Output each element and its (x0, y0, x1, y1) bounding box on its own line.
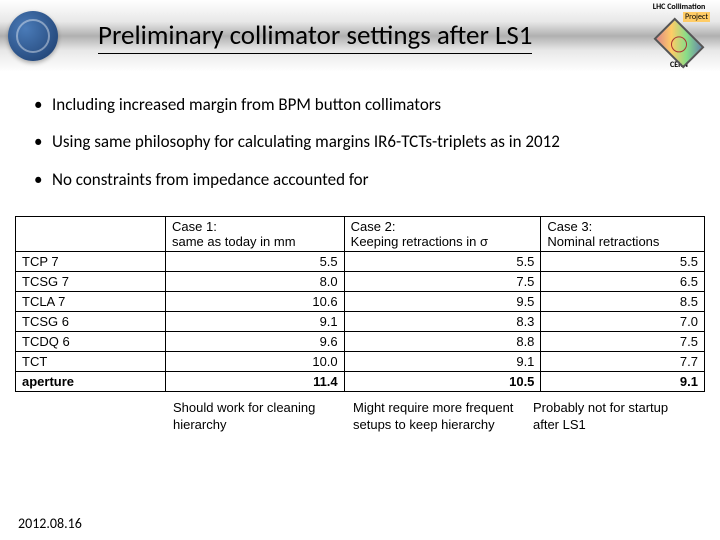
cell: 7.5 (541, 331, 705, 351)
cell: 9.1 (541, 371, 705, 391)
slide-header: Preliminary collimator settings after LS… (0, 0, 720, 72)
cell: 8.3 (344, 311, 541, 331)
cell: 7.5 (344, 271, 541, 291)
cell: 9.6 (166, 331, 345, 351)
table-header (16, 216, 166, 251)
table-header: Case 1: same as today in mm (166, 216, 345, 251)
column-notes: Should work for cleaning hierarchy Might… (165, 400, 705, 434)
table-row: TCT 10.0 9.1 7.7 (16, 351, 705, 371)
collimation-logo-icon: LHC Collimation Project CERN (644, 2, 714, 70)
cern-logo-icon (8, 11, 58, 61)
cell: 7.7 (541, 351, 705, 371)
bullet-list: Including increased margin from BPM butt… (0, 72, 720, 216)
row-label: aperture (16, 371, 166, 391)
cell: 10.5 (344, 371, 541, 391)
cell: 8.5 (541, 291, 705, 311)
settings-table: Case 1: same as today in mm Case 2: Keep… (15, 216, 705, 392)
cell: 11.4 (166, 371, 345, 391)
cell: 7.0 (541, 311, 705, 331)
cell: 10.6 (166, 291, 345, 311)
table-row: TCSG 7 8.0 7.5 6.5 (16, 271, 705, 291)
logo-right-top: LHC Collimation (653, 2, 706, 12)
cell: 8.8 (344, 331, 541, 351)
table-row: TCP 7 5.5 5.5 5.5 (16, 251, 705, 271)
table-header: Case 2: Keeping retractions in σ (344, 216, 541, 251)
note: Might require more frequent setups to ke… (345, 400, 525, 434)
table-header: Case 3: Nominal retractions (541, 216, 705, 251)
bullet-item: Using same philosophy for calculating ma… (52, 131, 690, 152)
row-label: TCP 7 (16, 251, 166, 271)
row-label: TCSG 6 (16, 311, 166, 331)
cell: 5.5 (541, 251, 705, 271)
cell: 10.0 (166, 351, 345, 371)
cell: 6.5 (541, 271, 705, 291)
note: Should work for cleaning hierarchy (165, 400, 345, 434)
table-row: TCSG 6 9.1 8.3 7.0 (16, 311, 705, 331)
cell: 5.5 (344, 251, 541, 271)
row-label: TCLA 7 (16, 291, 166, 311)
slide-title: Preliminary collimator settings after LS… (98, 19, 532, 54)
cell: 9.1 (344, 351, 541, 371)
logo-right-project: Project (683, 12, 710, 22)
table-row: TCLA 7 10.6 9.5 8.5 (16, 291, 705, 311)
table-row: TCDQ 6 9.6 8.8 7.5 (16, 331, 705, 351)
row-label: TCDQ 6 (16, 331, 166, 351)
footer-date: 2012.08.16 (18, 515, 82, 532)
bullet-item: No constraints from impedance accounted … (52, 169, 690, 190)
note: Probably not for startup after LS1 (525, 400, 705, 434)
cell: 8.0 (166, 271, 345, 291)
bullet-item: Including increased margin from BPM butt… (52, 94, 690, 115)
row-label: TCSG 7 (16, 271, 166, 291)
row-label: TCT (16, 351, 166, 371)
table-header-row: Case 1: same as today in mm Case 2: Keep… (16, 216, 705, 251)
cell: 9.1 (166, 311, 345, 331)
cell: 9.5 (344, 291, 541, 311)
cell: 5.5 (166, 251, 345, 271)
table-row: aperture 11.4 10.5 9.1 (16, 371, 705, 391)
